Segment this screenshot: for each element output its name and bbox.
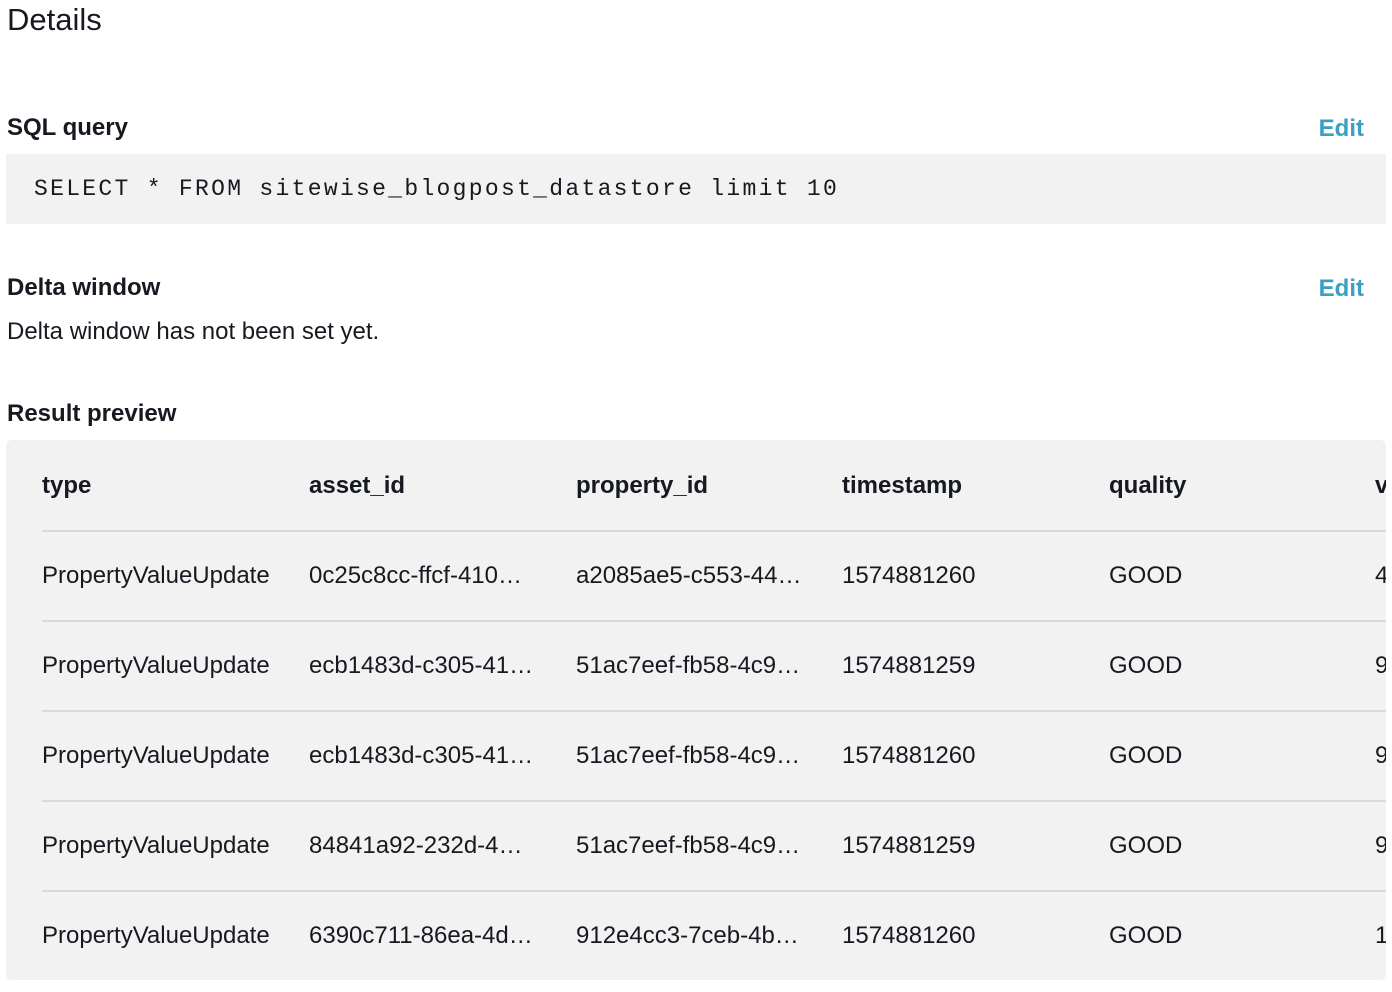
cell-type: PropertyValueUpdate bbox=[42, 922, 270, 949]
cell-quality: GOOD bbox=[1109, 562, 1183, 589]
cell-quality: GOOD bbox=[1109, 742, 1183, 769]
sql-query-label: SQL query bbox=[7, 114, 128, 141]
column-header-quality[interactable]: quality bbox=[1109, 440, 1359, 530]
table-row: PropertyValueUpdate 0c25c8cc-ffcf-410… a… bbox=[42, 530, 1386, 620]
cell-property-id: 51ac7eef-fb58-4c9… bbox=[576, 832, 801, 859]
page-title: Details bbox=[7, 2, 102, 37]
column-header-timestamp[interactable]: timestamp bbox=[842, 440, 1092, 530]
cell-type: PropertyValueUpdate bbox=[42, 832, 270, 859]
cell-timestamp: 1574881260 bbox=[842, 742, 976, 769]
cell-asset-id: ecb1483d-c305-41… bbox=[309, 652, 534, 679]
column-header-type[interactable]: type bbox=[42, 440, 300, 530]
cell-type: PropertyValueUpdate bbox=[42, 562, 270, 589]
cell-property-id: a2085ae5-c553-44… bbox=[576, 562, 802, 589]
cell-asset-id: ecb1483d-c305-41… bbox=[309, 742, 534, 769]
table-row: PropertyValueUpdate ecb1483d-c305-41… 51… bbox=[42, 620, 1386, 710]
column-header-value[interactable]: v bbox=[1375, 440, 1386, 530]
cell-quality: GOOD bbox=[1109, 652, 1183, 679]
cell-property-id: 912e4cc3-7ceb-4b… bbox=[576, 922, 799, 949]
cell-type: PropertyValueUpdate bbox=[42, 742, 270, 769]
cell-value: 9 bbox=[1375, 652, 1386, 679]
cell-timestamp: 1574881259 bbox=[842, 832, 976, 859]
cell-asset-id: 84841a92-232d-4… bbox=[309, 832, 523, 859]
sql-query-box: SELECT * FROM sitewise_blogpost_datastor… bbox=[6, 154, 1386, 224]
cell-type: PropertyValueUpdate bbox=[42, 652, 270, 679]
delta-window-message: Delta window has not been set yet. bbox=[7, 318, 380, 345]
cell-asset-id: 0c25c8cc-ffcf-410… bbox=[309, 562, 522, 589]
cell-timestamp: 1574881260 bbox=[842, 922, 976, 949]
cell-timestamp: 1574881260 bbox=[842, 562, 976, 589]
result-preview-table: type asset_id property_id timestamp qual… bbox=[6, 440, 1386, 980]
cell-quality: GOOD bbox=[1109, 832, 1183, 859]
cell-value: 1 bbox=[1375, 922, 1386, 949]
column-header-property-id[interactable]: property_id bbox=[576, 440, 822, 530]
cell-asset-id: 6390c711-86ea-4d… bbox=[309, 922, 533, 949]
delta-window-edit-button[interactable]: Edit bbox=[1319, 274, 1364, 304]
column-header-asset-id[interactable]: asset_id bbox=[309, 440, 555, 530]
table-row: PropertyValueUpdate ecb1483d-c305-41… 51… bbox=[42, 710, 1386, 800]
table-row: PropertyValueUpdate 6390c711-86ea-4d… 91… bbox=[42, 890, 1386, 980]
cell-value: 4 bbox=[1375, 562, 1386, 589]
table-row: PropertyValueUpdate 84841a92-232d-4… 51a… bbox=[42, 800, 1386, 890]
sql-query-edit-button[interactable]: Edit bbox=[1319, 114, 1364, 144]
table-header-row: type asset_id property_id timestamp qual… bbox=[42, 440, 1386, 530]
cell-timestamp: 1574881259 bbox=[842, 652, 976, 679]
cell-property-id: 51ac7eef-fb58-4c9… bbox=[576, 652, 801, 679]
details-page: Details SQL query Edit SELECT * FROM sit… bbox=[0, 0, 1392, 992]
result-preview-label: Result preview bbox=[7, 400, 177, 427]
cell-property-id: 51ac7eef-fb58-4c9… bbox=[576, 742, 801, 769]
cell-value: 9 bbox=[1375, 742, 1386, 769]
delta-window-label: Delta window bbox=[7, 274, 161, 301]
sql-query-text: SELECT * FROM sitewise_blogpost_datastor… bbox=[34, 176, 840, 202]
cell-value: 9 bbox=[1375, 832, 1386, 859]
cell-quality: GOOD bbox=[1109, 922, 1183, 949]
